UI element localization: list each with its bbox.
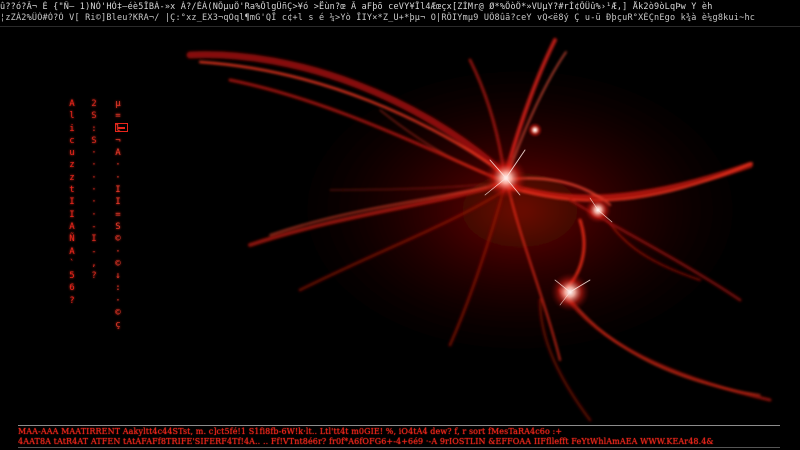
bottom-status-ticker-row-1: MAA-AAA MAATIRRENT Aakyltt4c44STst, m. c…: [18, 427, 563, 436]
selected-item-marker-icon[interactable]: [115, 123, 128, 132]
bottom-ticker-top-divider: [18, 425, 780, 426]
desktop-screen: û??ó?Ã¬ È {"Ñ— 1)NÒ'HÓ‡—éè5ÎBÁ-»x À?/ÈÁ(…: [0, 0, 800, 450]
bottom-status-ticker-row-2: 4AAT8A tAtR4AT ATFEN tAtÀFAFf8TRIFE'SIFE…: [18, 437, 714, 446]
left-menu-column-1[interactable]: A l i c u z z t I I A Ñ A ` 5 6 ?: [66, 98, 78, 307]
top-ticker-divider: [0, 26, 800, 27]
left-menu-column-2[interactable]: 2 S : S · · · · · · - I - , ?: [88, 98, 100, 282]
top-status-ticker-row-2: ¦zZÁ2%ÜÒ#Ò?Ò V[ Ri©]Bleu?KRA¬/ |Ç:°xz_EX…: [0, 13, 756, 23]
left-menu-column-3[interactable]: µ = l ¬ A · · I I = S © · © ↓ : · © ç: [112, 98, 124, 332]
bottom-ticker-bottom-divider: [18, 447, 780, 448]
